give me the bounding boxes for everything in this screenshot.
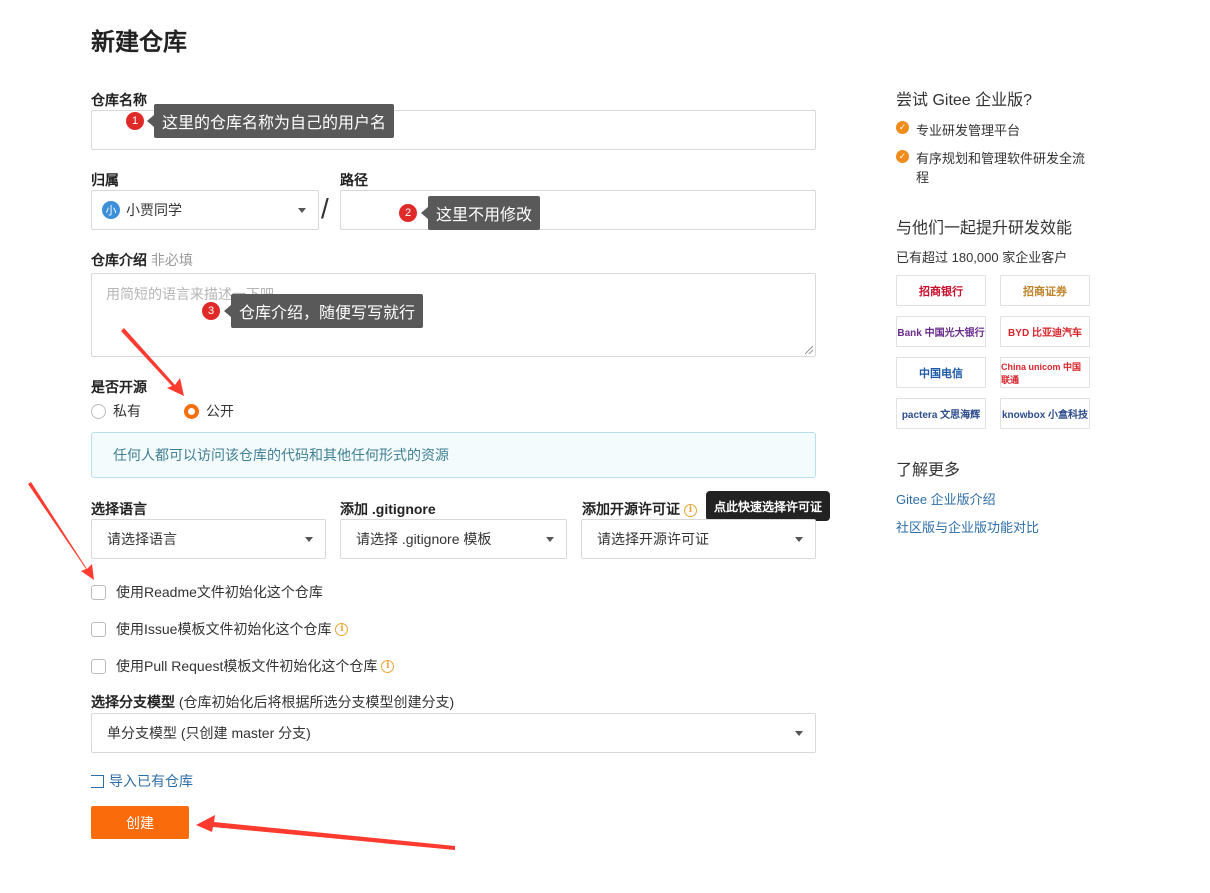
logo-knowbox-text: knowbox 小盒科技 bbox=[1001, 410, 1089, 421]
arrow-to-create-button bbox=[196, 815, 455, 850]
logo-ceb-text: Bank 中国光大银行 bbox=[897, 328, 985, 339]
logo-telecom: 中国电信 bbox=[896, 357, 986, 388]
logo-byd-text: BYD 比亚迪汽车 bbox=[1008, 328, 1082, 339]
logo-unicom-text: China unicom 中国联通 bbox=[1001, 361, 1082, 385]
sidebar-link-compare[interactable]: 社区版与企业版功能对比 bbox=[896, 517, 1039, 536]
sidebar-feature-item: ✓ 有序规划和管理软件研发全流程 bbox=[896, 149, 1096, 187]
arrow-to-readme-checkbox bbox=[28, 482, 94, 580]
sidebar-customers-text: 已有超过 180,000 家企业客户 bbox=[896, 250, 1068, 265]
arrow-to-public-radio bbox=[121, 328, 184, 396]
logo-byd: BYD 比亚迪汽车 bbox=[1000, 316, 1090, 347]
logo-ceb: Bank 中国光大银行 bbox=[896, 316, 986, 347]
logo-unicom: China unicom 中国联通 bbox=[1000, 357, 1090, 388]
sidebar-efficiency-title: 与他们一起提升研发效能 bbox=[896, 220, 1073, 237]
sidebar-feature-label: 专业研发管理平台 bbox=[916, 123, 1021, 138]
sidebar-feature-item: ✓ 专业研发管理平台 bbox=[896, 120, 1096, 139]
sidebar-enterprise-title: 尝试 Gitee 企业版? bbox=[896, 92, 1033, 109]
logo-cms-text: 招商证券 bbox=[1023, 285, 1067, 298]
logo-telecom-text: 中国电信 bbox=[919, 367, 963, 380]
sidebar-link-enterprise-intro[interactable]: Gitee 企业版介绍 bbox=[896, 489, 996, 508]
sidebar-feature-label: 有序规划和管理软件研发全流程 bbox=[916, 151, 1086, 185]
logo-cms: 招商证券 bbox=[1000, 275, 1090, 306]
check-icon: ✓ bbox=[896, 150, 909, 163]
logo-cmb-text: 招商银行 bbox=[919, 285, 963, 298]
logo-cmb: 招商银行 bbox=[896, 275, 986, 306]
check-icon: ✓ bbox=[896, 121, 909, 134]
sidebar-learn-more-title: 了解更多 bbox=[896, 462, 961, 479]
logo-pactera: pactera 文思海辉 bbox=[896, 398, 986, 429]
logo-knowbox: knowbox 小盒科技 bbox=[1000, 398, 1090, 429]
logo-pactera-text: pactera 文思海辉 bbox=[901, 410, 981, 421]
